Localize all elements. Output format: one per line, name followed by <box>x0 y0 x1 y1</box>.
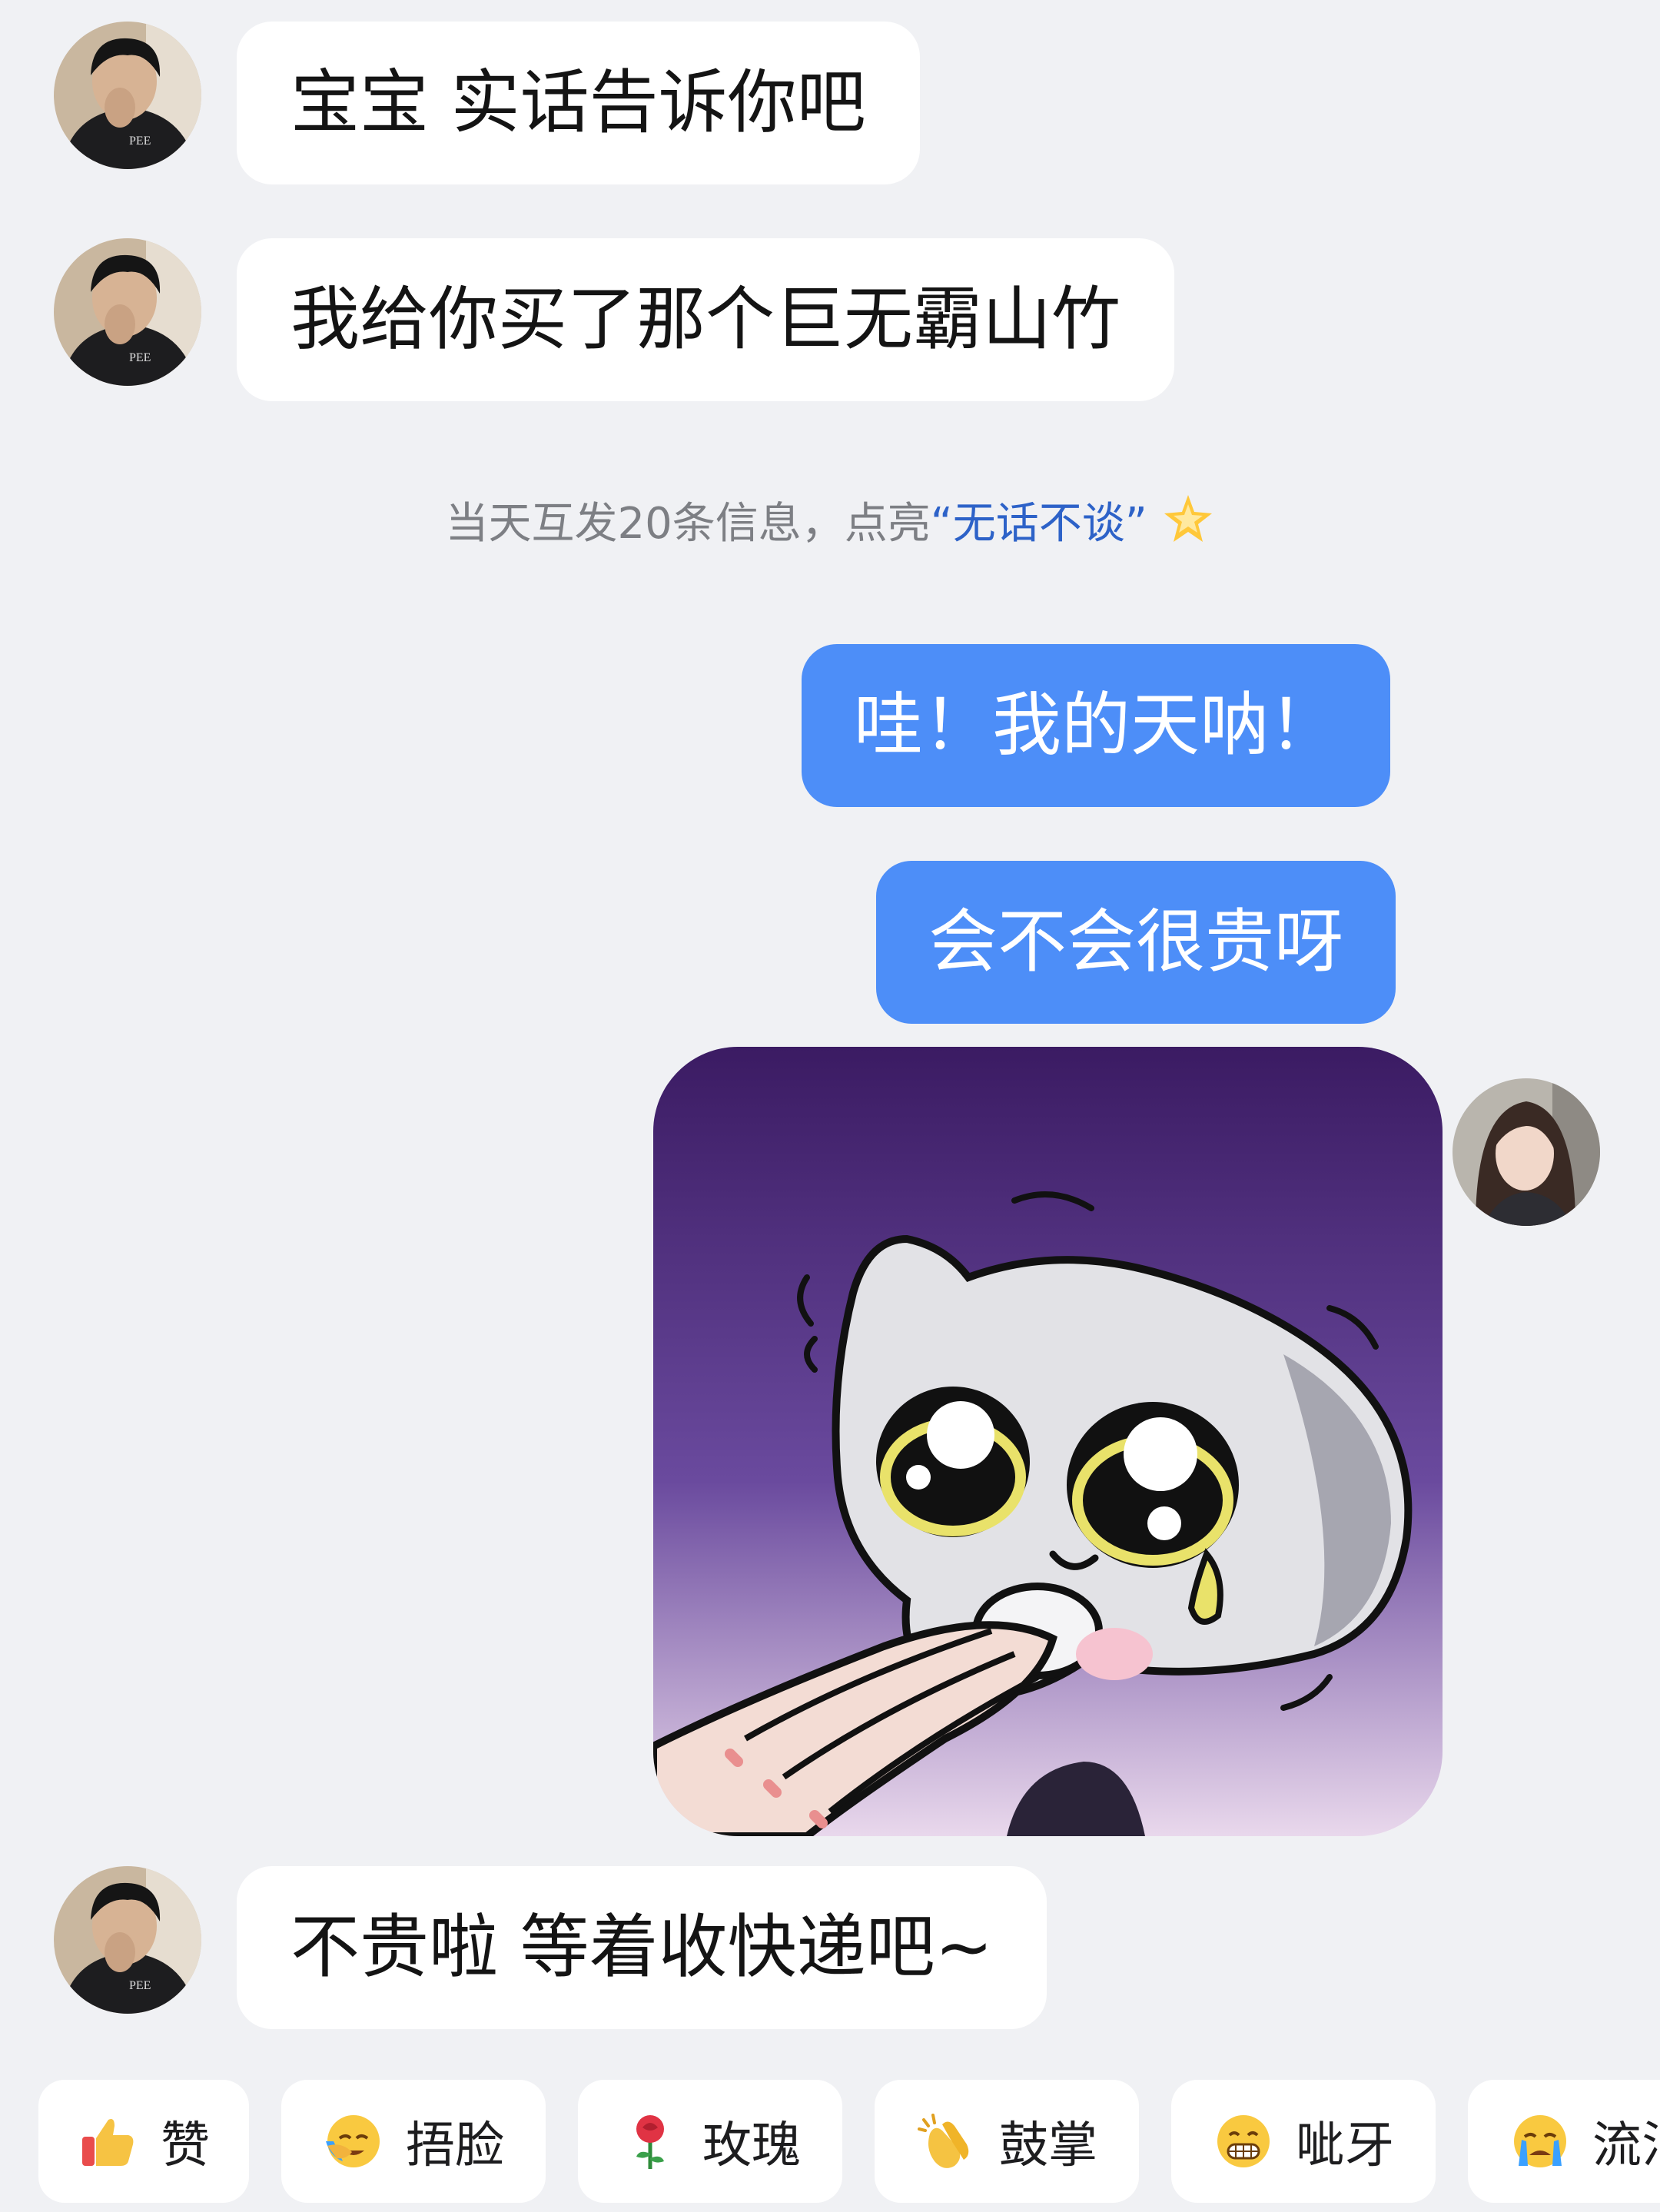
message-bubble-incoming[interactable]: 宝宝 实话告诉你吧 <box>237 22 920 184</box>
thumbs-up-icon <box>78 2111 139 2172</box>
system-note-highlight[interactable]: “无话不谈” <box>931 499 1147 549</box>
svg-text:PEE: PEE <box>129 351 151 364</box>
reaction-label: 流泪 <box>1592 2117 1660 2174</box>
reaction-chip-thumbs-up[interactable]: 赞 <box>38 2080 249 2203</box>
reaction-label: 赞 <box>161 2117 210 2174</box>
svg-text:PEE: PEE <box>129 135 151 148</box>
contact-avatar-photo: PEE <box>54 22 201 169</box>
clapping-hands-icon <box>916 2111 978 2172</box>
message-text: 会不会很贵呀 <box>928 902 1343 982</box>
rose-icon <box>619 2111 681 2172</box>
system-note: 当天互发20条信息，点亮“无话不谈” <box>0 492 1660 563</box>
message-text: 宝宝 实话告诉你吧 <box>290 62 866 143</box>
quick-reaction-bar: 赞 捂脸 玫瑰 鼓掌 呲牙 流 <box>0 2080 1660 2203</box>
message-text: 不贵啦 等着收快递吧~ <box>290 1907 994 1988</box>
my-avatar-photo <box>1452 1078 1600 1226</box>
message-text: 哇！我的天呐！ <box>854 685 1338 766</box>
reaction-chip-crying[interactable]: 流泪 <box>1468 2080 1660 2203</box>
message-bubble-incoming[interactable]: 我给你买了那个巨无霸山竹 <box>237 238 1174 401</box>
reaction-label: 捂脸 <box>406 2117 504 2174</box>
reaction-label: 呲牙 <box>1296 2117 1394 2174</box>
reaction-label: 鼓掌 <box>999 2117 1097 2174</box>
reaction-label: 玫瑰 <box>702 2117 801 2174</box>
grin-icon <box>1213 2111 1274 2172</box>
system-note-text: 当天互发20条信息，点亮 <box>445 499 931 549</box>
crying-cat-sticker[interactable] <box>653 1047 1443 1836</box>
contact-avatar-photo: PEE <box>54 1866 201 2014</box>
message-bubble-outgoing[interactable]: 哇！我的天呐！ <box>802 644 1390 807</box>
crying-face-icon <box>1509 2111 1571 2172</box>
message-text: 我给你买了那个巨无霸山竹 <box>290 279 1120 360</box>
contact-avatar-photo: PEE <box>54 238 201 386</box>
reaction-chip-facepalm[interactable]: 捂脸 <box>281 2080 546 2203</box>
reaction-chip-grin[interactable]: 呲牙 <box>1171 2080 1436 2203</box>
reaction-chip-clapping[interactable]: 鼓掌 <box>875 2080 1139 2203</box>
svg-text:PEE: PEE <box>129 1979 151 1992</box>
my-avatar[interactable] <box>1452 1078 1600 1226</box>
message-bubble-outgoing[interactable]: 会不会很贵呀 <box>876 861 1396 1024</box>
sparkle-star-icon <box>1161 492 1215 563</box>
contact-avatar[interactable]: PEE <box>54 1866 201 2014</box>
message-bubble-incoming[interactable]: 不贵啦 等着收快递吧~ <box>237 1866 1047 2029</box>
facepalm-icon <box>323 2111 384 2172</box>
contact-avatar[interactable]: PEE <box>54 238 201 386</box>
crying-cat-illustration <box>653 1047 1443 1836</box>
reaction-chip-rose[interactable]: 玫瑰 <box>578 2080 842 2203</box>
contact-avatar[interactable]: PEE <box>54 22 201 169</box>
